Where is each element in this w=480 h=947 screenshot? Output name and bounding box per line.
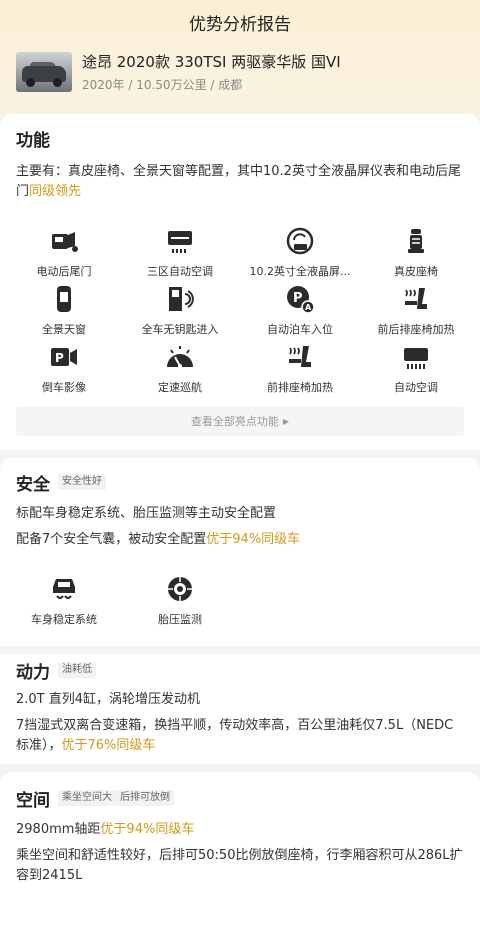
svg-text:P: P bbox=[293, 291, 303, 306]
feature-reverse-camera[interactable]: P 倒车影像 bbox=[4, 342, 124, 395]
front-seat-heating-icon bbox=[289, 346, 311, 367]
space-line-2: 乘坐空间和舒适性较好，后排可50:50比例放倒座椅，行李厢容积可从286L扩容到… bbox=[16, 848, 463, 883]
power-line-2: 7挡湿式双离合变速箱，换挡平顺，传动效率高，百公里油耗仅7.5L（NEDC标准）… bbox=[16, 718, 454, 753]
safety-tag: 安全性好 bbox=[58, 474, 106, 490]
lcd-gauge-icon bbox=[286, 227, 314, 255]
feature-auto-ac[interactable]: 自动空调 bbox=[356, 342, 476, 395]
features-title: 功能 bbox=[16, 131, 50, 151]
feature-keyless[interactable]: 全车无钥匙进入 bbox=[120, 284, 240, 337]
stability-control-icon bbox=[53, 579, 75, 599]
feature-cruise[interactable]: 定速巡航 bbox=[120, 342, 240, 395]
safety-line-1: 标配车身稳定系统、胎压监测等主动安全配置 bbox=[16, 506, 277, 521]
feature-seat-heating[interactable]: 前后排座椅加热 bbox=[356, 284, 476, 337]
sunroof-icon bbox=[57, 286, 71, 312]
page-header: 优势分析报告 bbox=[0, 0, 480, 44]
safety-line-2: 配备7个安全气囊，被动安全配置优于94%同级车 bbox=[16, 532, 301, 547]
auto-ac-icon bbox=[404, 348, 428, 369]
power-line-1: 2.0T 直列4缸，涡轮增压发动机 bbox=[16, 692, 201, 707]
keyless-entry-icon bbox=[169, 287, 194, 311]
chevron-right-icon: ▶ bbox=[282, 416, 290, 426]
space-line-1: 2980mm轴距优于94%同级车 bbox=[16, 822, 195, 837]
feature-lcd[interactable]: 10.2英寸全液晶屏... bbox=[240, 226, 360, 279]
car-meta: 2020年 / 10.50万公里 / 成都 bbox=[82, 78, 243, 92]
seat-heating-icon bbox=[405, 288, 427, 309]
power-card: 动力 油耗低 2.0T 直列4缸，涡轮增压发动机 7挡湿式双离合变速箱，换挡平顺… bbox=[0, 646, 480, 764]
feature-climate[interactable]: 三区自动空调 bbox=[120, 226, 240, 279]
safety-card: 安全 安全性好 标配车身稳定系统、胎压监测等主动安全配置 配备7个安全气囊，被动… bbox=[0, 458, 480, 646]
car-thumbnail bbox=[16, 52, 72, 92]
feature-sunroof[interactable]: 全景天窗 bbox=[4, 284, 124, 337]
features-highlight: 同级领先 bbox=[29, 184, 82, 199]
feature-stability-control[interactable]: 车身稳定系统 bbox=[4, 574, 124, 627]
reverse-camera-icon: P bbox=[51, 348, 77, 366]
power-tailgate-icon bbox=[52, 232, 78, 252]
climate-control-icon bbox=[168, 231, 192, 253]
svg-text:A: A bbox=[305, 303, 312, 312]
auto-park-icon: P A bbox=[287, 286, 315, 314]
power-title: 动力 bbox=[16, 663, 50, 683]
leather-seat-icon bbox=[408, 229, 424, 253]
page-title: 优势分析报告 bbox=[189, 14, 291, 35]
space-card: 空间 乘坐空间大 后排可放倒 2980mm轴距优于94%同级车 乘坐空间和舒适性… bbox=[0, 772, 480, 947]
feature-power-tailgate[interactable]: 电动后尾门 bbox=[4, 226, 124, 279]
feature-tire-pressure[interactable]: 胎压监测 bbox=[120, 574, 240, 627]
feature-leather-seat[interactable]: 真皮座椅 bbox=[356, 226, 476, 279]
features-summary: 主要有：真皮座椅、全景天窗等配置，其中10.2英寸全液晶屏仪表和电动后尾门同级领… bbox=[16, 164, 461, 199]
feature-front-seat-heating[interactable]: 前排座椅加热 bbox=[240, 342, 360, 395]
svg-text:P: P bbox=[55, 351, 64, 365]
car-name: 途昂 2020款 330TSI 两驱豪华版 国VI bbox=[82, 53, 341, 71]
space-tag-2: 后排可放倒 bbox=[116, 790, 174, 806]
car-summary[interactable]: 途昂 2020款 330TSI 两驱豪华版 国VI 2020年 / 10.50万… bbox=[16, 52, 464, 96]
features-card: 功能 主要有：真皮座椅、全景天窗等配置，其中10.2英寸全液晶屏仪表和电动后尾门… bbox=[0, 114, 480, 450]
power-tag: 油耗低 bbox=[58, 662, 96, 678]
view-all-features-button[interactable]: 查看全部亮点功能 ▶ bbox=[16, 406, 464, 436]
feature-auto-park[interactable]: P A 自动泊车入位 bbox=[240, 284, 360, 337]
space-title: 空间 bbox=[16, 791, 50, 811]
safety-title: 安全 bbox=[16, 475, 50, 495]
space-tag-1: 乘坐空间大 bbox=[58, 790, 116, 806]
tire-pressure-icon bbox=[168, 577, 192, 601]
cruise-control-icon bbox=[167, 346, 193, 368]
